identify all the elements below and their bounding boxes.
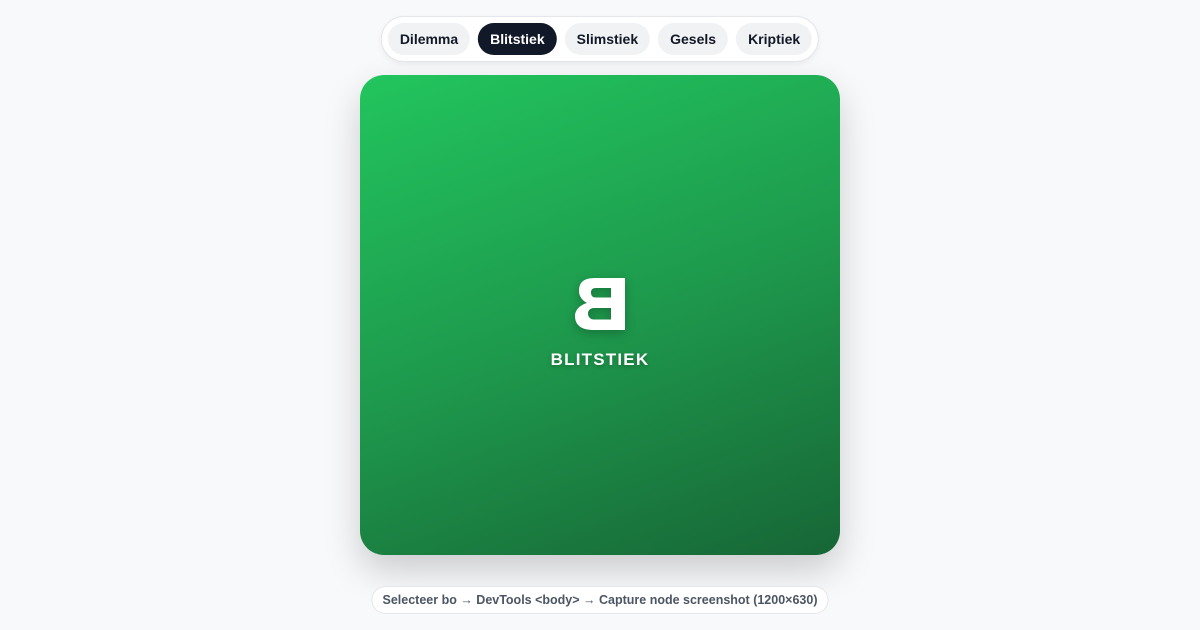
tab-kriptiek[interactable]: Kriptiek: [736, 23, 813, 55]
blitstiek-card: BLITSTIEK: [360, 75, 840, 555]
tab-bar: Dilemma Blitstiek Slimstiek Gesels Kript…: [380, 16, 820, 62]
capture-hint: Selecteer bo → DevTools <body> → Capture…: [371, 586, 829, 614]
tab-blitstiek[interactable]: Blitstiek: [478, 23, 557, 55]
page: Dilemma Blitstiek Slimstiek Gesels Kript…: [0, 0, 1200, 630]
tab-gesels[interactable]: Gesels: [658, 23, 729, 55]
mirrored-b-logo-icon: [575, 278, 625, 330]
card-title: BLITSTIEK: [550, 350, 650, 369]
tab-slimstiek[interactable]: Slimstiek: [564, 23, 651, 55]
tab-dilemma[interactable]: Dilemma: [387, 23, 471, 55]
